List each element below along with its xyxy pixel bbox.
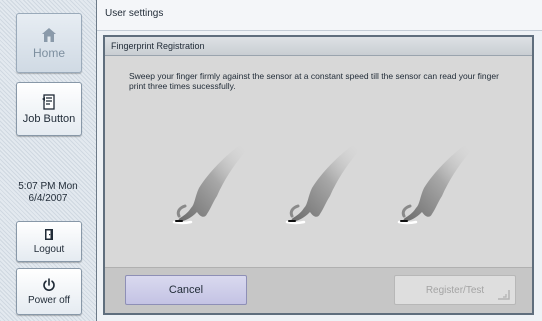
clock-time: 5:07 PM Mon xyxy=(18,181,78,192)
dialog-title: Fingerprint Registration xyxy=(111,41,205,51)
cancel-button[interactable]: Cancel xyxy=(125,275,247,305)
power-icon xyxy=(43,277,55,291)
sidebar: Home Job Button 5:07 PM Mon 6/4/2007 Log… xyxy=(0,0,97,321)
page-title: User settings xyxy=(105,8,164,19)
home-label: Home xyxy=(32,45,65,60)
dialog-instructions: Sweep your finger firmly against the sen… xyxy=(129,71,499,91)
register-test-button[interactable]: Register/Test xyxy=(394,275,516,305)
job-button-label: Job Button xyxy=(22,112,76,125)
finger-swipe-icon xyxy=(397,144,470,225)
logout-icon xyxy=(45,229,53,240)
dialog-footer: Cancel Register/Test xyxy=(105,267,532,313)
resize-corner-icon xyxy=(498,290,510,300)
power-off-button[interactable]: Power off xyxy=(16,268,82,315)
register-test-label: Register/Test xyxy=(425,284,485,296)
cancel-button-label: Cancel xyxy=(168,284,204,296)
home-icon xyxy=(42,27,56,42)
fingerprint-registration-dialog: Fingerprint Registration Sweep your fing… xyxy=(103,35,534,315)
finger-swipe-icon xyxy=(285,144,358,225)
clock: 5:07 PM Mon 6/4/2007 xyxy=(0,181,96,205)
job-button-icon xyxy=(42,93,55,110)
logout-label: Logout xyxy=(33,244,65,255)
job-button[interactable]: Job Button xyxy=(16,82,82,136)
page-header: User settings xyxy=(97,0,542,31)
power-off-label: Power off xyxy=(27,294,71,306)
clock-date: 6/4/2007 xyxy=(28,193,68,204)
logout-button[interactable]: Logout xyxy=(16,221,82,262)
dialog-title-bar: Fingerprint Registration xyxy=(105,37,532,56)
finger-swipe-icon xyxy=(172,144,245,225)
home-button[interactable]: Home xyxy=(16,13,82,73)
